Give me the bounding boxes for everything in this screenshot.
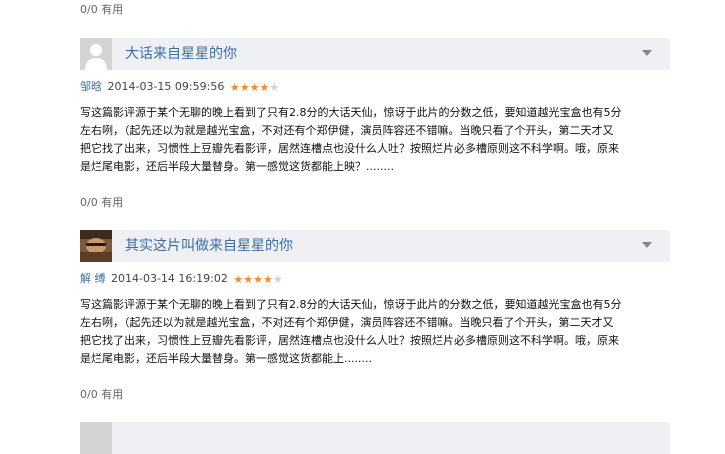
review-line: 写这篇影评源于某个无聊的晚上看到了只有2.8分的大话天仙，惊讶于此片的分数之低，… <box>80 298 622 311</box>
review-title[interactable]: 其实这片叫做来自星星的你 <box>125 230 293 262</box>
review-item: 大话来自星星的你 邹晗 2014-03-15 09:59:56 ★★★★★ 写这… <box>80 38 670 176</box>
review-line: 把它找了出来，习惯性上豆瓣先看影评，居然连槽点也没什么人吐？按照烂片必多槽原则这… <box>80 142 619 155</box>
chevron-down-icon[interactable] <box>642 50 652 56</box>
star-icon: ★ <box>239 81 250 94</box>
review-line: 左右咧，（起先还以为就是越光宝盒，不对还有个郑伊健，演员阵容还不错嘛。当晚只看了… <box>80 316 614 329</box>
review-meta: 解 缚 2014-03-14 16:19:02 ★★★★★ <box>80 272 670 286</box>
review-header: 其实这片叫做来自星星的你 <box>80 230 670 262</box>
review-header <box>80 422 670 454</box>
star-icon: ★ <box>262 273 273 286</box>
review-line: 左右咧，（起先还以为就是越光宝盒，不对还有个郑伊健，演员阵容还不错嘛。当晚只看了… <box>80 124 614 137</box>
review-line: 是烂尾电影，还后半段大量替身。第一感觉这货都能上........ <box>80 352 372 365</box>
chevron-down-icon[interactable] <box>642 242 652 248</box>
rating-stars: ★★★★★ <box>233 273 282 287</box>
useful-count-top: 0/0 有用 <box>80 1 123 17</box>
useful-link[interactable]: 0/0 有用 <box>80 3 123 16</box>
review-item <box>80 422 670 454</box>
review-date: 2014-03-15 09:59:56 <box>107 80 225 93</box>
star-icon: ★ <box>249 81 260 94</box>
rating-stars: ★★★★★ <box>230 81 279 95</box>
review-body[interactable]: 写这篇影评源于某个无聊的晚上看到了只有2.8分的大话天仙，惊讶于此片的分数之低，… <box>80 104 670 176</box>
author-link[interactable]: 邹晗 <box>80 80 102 93</box>
avatar[interactable] <box>80 422 112 454</box>
review-line: 把它找了出来，习惯性上豆瓣先看影评，居然连槽点也没什么人吐？按照烂片必多槽原则这… <box>80 334 619 347</box>
review-date: 2014-03-14 16:19:02 <box>111 272 228 285</box>
useful-count: 0/0 有用 <box>80 386 123 402</box>
useful-link[interactable]: 0/0 有用 <box>80 196 123 209</box>
review-line: 是烂尾电影，还后半段大量替身。第一感觉这货都能上映？........ <box>80 160 394 173</box>
star-icon: ★ <box>229 81 240 94</box>
useful-link[interactable]: 0/0 有用 <box>80 388 123 401</box>
review-body[interactable]: 写这篇影评源于某个无聊的晚上看到了只有2.8分的大话天仙，惊讶于此片的分数之低，… <box>80 296 670 368</box>
avatar[interactable] <box>80 38 112 70</box>
review-title[interactable]: 大话来自星星的你 <box>125 38 237 70</box>
review-line: 写这篇影评源于某个无聊的晚上看到了只有2.8分的大话天仙，惊讶于此片的分数之低，… <box>80 106 622 119</box>
avatar[interactable] <box>80 230 112 262</box>
review-item: 其实这片叫做来自星星的你 解 缚 2014-03-14 16:19:02 ★★★… <box>80 230 670 368</box>
review-meta: 邹晗 2014-03-15 09:59:56 ★★★★★ <box>80 80 670 94</box>
star-icon: ★ <box>272 273 283 286</box>
star-icon: ★ <box>259 81 270 94</box>
star-icon: ★ <box>269 81 280 94</box>
author-link[interactable]: 解 缚 <box>80 272 106 285</box>
star-icon: ★ <box>243 273 254 286</box>
review-header: 大话来自星星的你 <box>80 38 670 70</box>
star-icon: ★ <box>253 273 263 286</box>
star-icon: ★ <box>233 273 244 286</box>
useful-count: 0/0 有用 <box>80 194 123 210</box>
